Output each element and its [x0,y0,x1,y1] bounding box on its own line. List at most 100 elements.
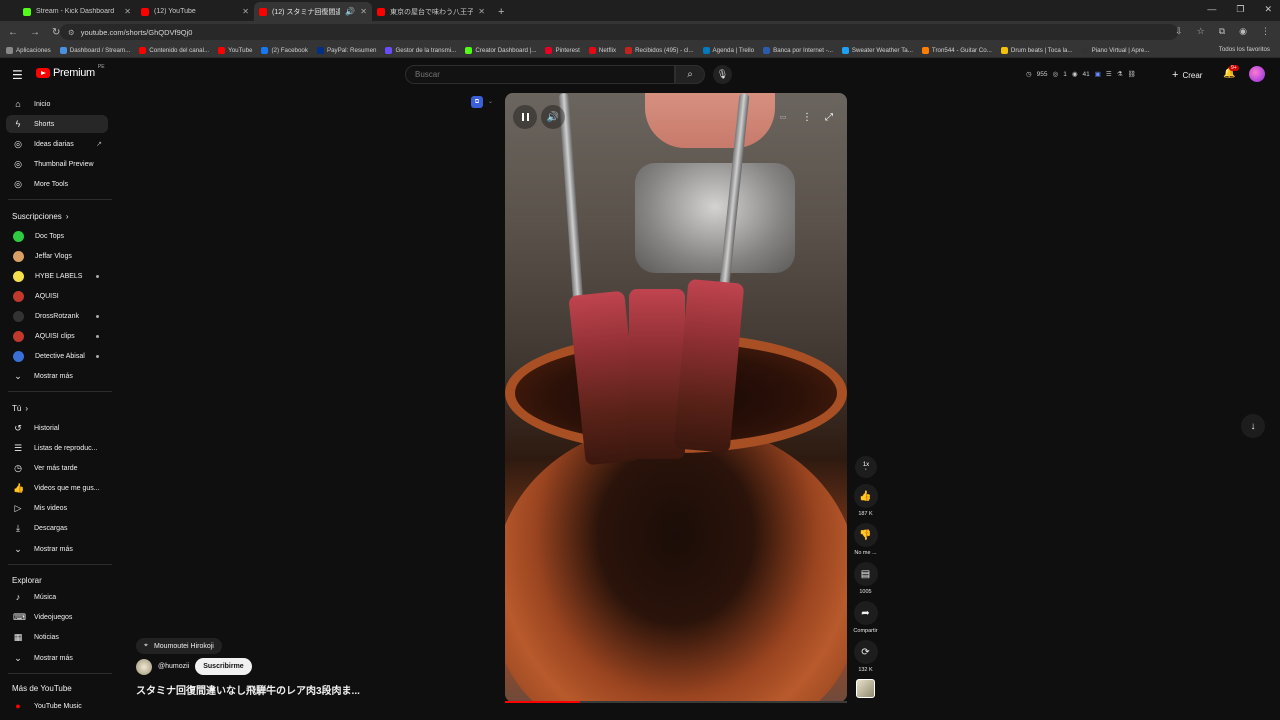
channel-avatar[interactable] [136,658,152,675]
channel-handle[interactable]: @humozii [158,663,189,670]
show-more-explore[interactable]: ⌄ Mostrar más [6,649,108,667]
close-tab-icon[interactable]: ✕ [242,7,249,16]
bookmark-item[interactable]: Agenda | Trello [702,46,754,54]
sidebar-subscription-item[interactable]: Detective Abisal [6,347,108,365]
forward-icon[interactable]: → [30,27,40,38]
sidebar-item-you[interactable]: ⤓ Descargas [6,519,108,537]
bookmark-item[interactable]: Contenido del canal... [139,46,209,54]
sidebar-subscription-item[interactable]: Doc Tops [6,227,108,245]
sidebar-item-you[interactable]: ◷ Ver más tarde [6,459,108,477]
bookmark-item[interactable]: Banca por Internet -... [763,46,833,54]
bookmark-item[interactable]: Dashboard / Stream... [59,46,130,54]
sidebar-item-you[interactable]: ▷ Mis videos [6,499,108,517]
location-chip[interactable]: ⌖ Moumoutei Hirokoji [136,638,222,654]
close-tab-icon[interactable]: ✕ [124,7,131,16]
menu-icon[interactable]: ☰ [12,68,23,82]
bookmark-item[interactable]: Netflix [588,46,616,54]
volume-button[interactable]: 🔊 [541,105,565,129]
remix-button[interactable]: ⟳ [853,640,878,664]
link-icon[interactable]: ⛓ [1128,70,1136,78]
bookmark-star-icon[interactable]: ☆ [1197,26,1205,37]
maximize-icon[interactable]: ❐ [1236,4,1244,15]
bookmark-item[interactable]: Sweater Weather Ta... [841,46,913,54]
sidebar-subscription-item[interactable]: AQUISI [6,287,108,305]
show-more-you[interactable]: ⌄ Mostrar más [6,540,108,558]
sound-thumbnail[interactable] [856,679,875,698]
extensions-icon[interactable]: ⧉ [1219,26,1225,37]
url-field[interactable]: ⚙ youtube.com/shorts/GhQDVf9Qj0 [60,24,1178,40]
bookmark-item[interactable]: YouTube [218,46,252,54]
dislike-action[interactable]: 👎 No me ... [849,523,882,556]
browser-tab[interactable]: 東京の屋台で味わう八王子ラーメン ✕ [372,2,490,21]
bookmark-item[interactable]: Recibidos (495) - cl... [625,46,694,54]
sidebar-item-explore[interactable]: ▦ Noticias [6,628,108,646]
browser-tab-active[interactable]: (12) スタミナ回復間違いなし飛 🔊 ✕ [254,2,372,21]
search-input[interactable]: Buscar [405,65,675,84]
like-action[interactable]: 👍 187 K [849,484,882,517]
close-window-icon[interactable]: ✕ [1264,4,1272,15]
sidebar-subscription-item[interactable]: DrossRotzank [6,307,108,325]
youtube-premium-logo[interactable]: Premium PE [36,64,105,79]
bookmark-item[interactable]: Piano Virtual | Apre... [1081,46,1149,54]
captions-button[interactable]: ▭ [771,105,795,129]
bookmark-item[interactable]: Pinterest [545,46,580,54]
fullscreen-button[interactable]: ⤢ [817,105,841,129]
browser-tab[interactable]: (12) YouTube ✕ [136,2,254,21]
bookmark-item[interactable]: Drum beats | Toca la... [1000,46,1073,54]
install-app-icon[interactable]: ⇩ [1175,26,1183,37]
comments-action[interactable]: ▤ 1005 [849,562,882,595]
bookmark-item[interactable]: PayPal: Resumen [316,46,376,54]
extension-badge-icon[interactable]: ⧉ [471,96,483,108]
sidebar-item-tools[interactable]: ◎ More Tools [6,175,108,193]
minimize-icon[interactable]: — [1207,4,1216,15]
sidebar-subscription-item[interactable]: Jeffar Vlogs [6,247,108,265]
like-button[interactable]: 👍 [853,484,878,508]
you-header[interactable]: Tú › [12,404,28,413]
bookmark-item[interactable]: (2) Facebook [261,46,308,54]
back-icon[interactable]: ← [8,27,18,38]
share-button[interactable]: ➦ [853,601,878,625]
close-tab-icon[interactable]: ✕ [360,7,367,16]
sidebar-subscription-item[interactable]: HYBE LABELS [6,267,108,285]
remix-action[interactable]: ⟳ 132 K [849,640,882,673]
bookmark-item[interactable]: Tron544 - Guitar Co... [921,46,992,54]
all-bookmarks-button[interactable]: Todos los favoritos [1219,46,1270,53]
list-icon[interactable]: ☰ [1106,70,1112,78]
comments-button[interactable]: ▤ [853,562,878,586]
audio-playing-icon[interactable]: 🔊 [345,7,355,16]
chevron-down-icon[interactable]: ⌄ [488,98,493,105]
voice-search-button[interactable]: 🎙 [713,65,732,84]
share-action[interactable]: ➦ Compartir [849,601,882,634]
profile-icon[interactable]: ◉ [1239,26,1247,37]
video-progress-bar[interactable] [505,701,847,703]
pause-button[interactable] [513,105,537,129]
dislike-button[interactable]: 👎 [853,523,878,547]
extension-icon[interactable]: ▣ [1095,70,1101,78]
bookmark-item[interactable]: Aplicaciones [6,46,51,54]
tool-icon[interactable]: ⚗ [1117,70,1123,78]
close-tab-icon[interactable]: ✕ [478,7,485,16]
shorts-video-player[interactable]: 🔊 ▭ ⋮ ⤢ [505,93,847,702]
account-avatar[interactable] [1249,66,1265,82]
sidebar-item-thumbnail[interactable]: ◎ Thumbnail Preview [6,155,108,173]
search-button[interactable]: ⌕ [675,65,705,84]
sidebar-item-youtube-music[interactable]: ● YouTube Music [6,697,108,715]
create-button[interactable]: + Crear [1172,67,1202,83]
next-short-button[interactable]: ↓ [1241,414,1265,438]
sidebar-item-explore[interactable]: ⌨ Videojuegos [6,608,108,626]
show-more-subscriptions[interactable]: ⌄ Mostrar más [6,367,108,385]
video-title[interactable]: スタミナ回復間違いなし飛騨牛のレア肉3段肉ま... [136,682,360,697]
notifications-button[interactable]: 🔔 9+ [1223,65,1239,79]
browser-tab[interactable]: Stream - Kick Dashboard ✕ [18,2,136,21]
sidebar-item-explore[interactable]: ♪ Música [6,588,108,606]
sidebar-item-ideas[interactable]: ◎ Ideas diarias ↗ [6,135,108,153]
subscribe-button[interactable]: Suscribirme [195,658,252,675]
sidebar-item-inicio[interactable]: ⌂ Inicio [6,95,108,113]
sidebar-item-shorts[interactable]: ϟ Shorts [6,115,108,133]
bookmark-item[interactable]: Creator Dashboard |... [465,46,536,54]
more-options-button[interactable]: ⋮ [795,105,819,129]
site-info-icon[interactable]: ⚙ [68,28,75,37]
sidebar-item-you[interactable]: 👍 Videos que me gus... [6,479,108,497]
subscriptions-header[interactable]: Suscripciones › [12,212,68,221]
browser-menu-icon[interactable]: ⋮ [1261,26,1270,37]
